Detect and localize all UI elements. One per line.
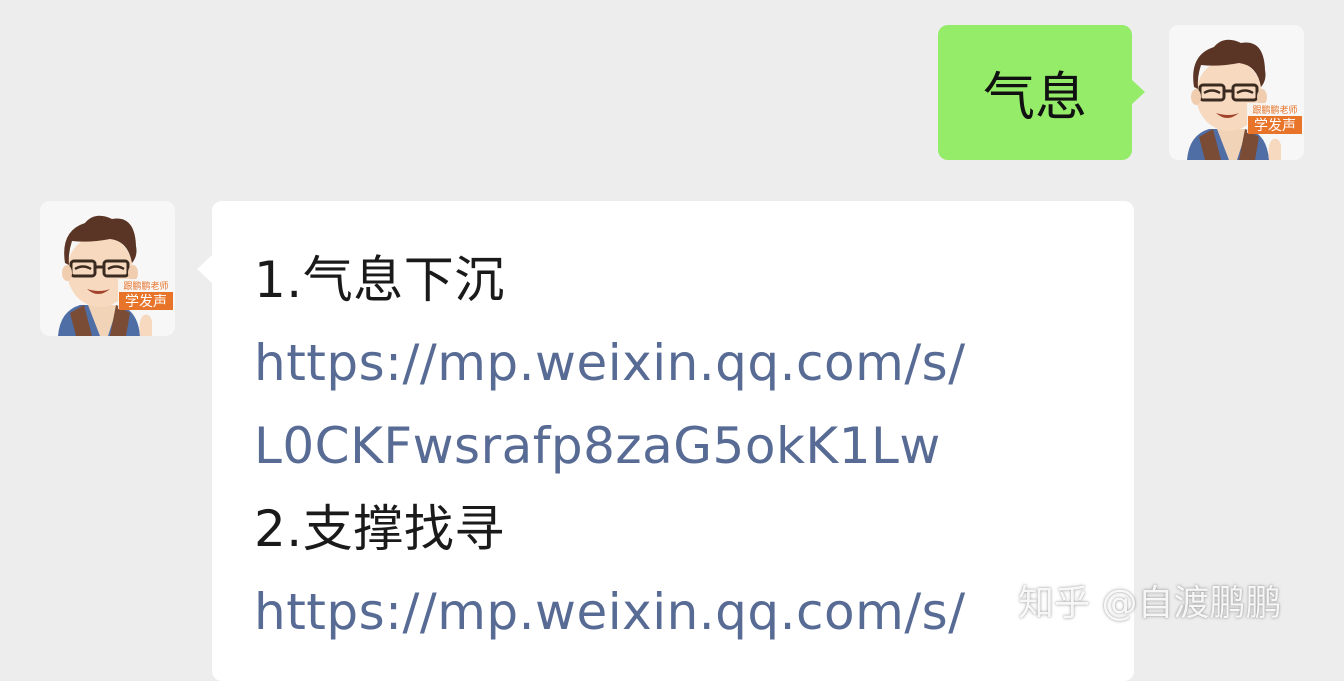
sent-message-text: 气息 <box>982 68 1087 128</box>
message-line-heading: 2.支撑找寻 <box>254 500 505 558</box>
message-line-heading: 1.气息下沉 <box>254 251 505 309</box>
watermark: 知乎 @自渡鹏鹏 <box>1018 583 1282 624</box>
message-link[interactable]: https://mp.weixin.qq.com/s/ <box>254 571 1134 654</box>
cartoon-teacher-avatar: 跟鹏鹏老师 学发声 <box>1169 25 1304 160</box>
cartoon-teacher-avatar: 跟鹏鹏老师 学发声 <box>40 201 175 336</box>
message-link[interactable]: L0CKFwsrafp8zaG5okK1Lw <box>254 405 1134 488</box>
avatar-badge-bottom: 学发声 <box>125 294 167 310</box>
message-link[interactable]: https://mp.weixin.qq.com/s/ <box>254 322 1134 405</box>
received-message-bubble[interactable]: 1.气息下沉 https://mp.weixin.qq.com/s/ L0CKF… <box>197 201 1134 681</box>
avatar-badge-top: 跟鹏鹏老师 <box>123 280 168 292</box>
sent-message-bubble[interactable]: 气息 <box>938 25 1145 160</box>
avatar-sender[interactable]: 跟鹏鹏老师 学发声 <box>1169 25 1304 160</box>
avatar-badge-bottom: 学发声 <box>1254 118 1296 134</box>
avatar-contact[interactable]: 跟鹏鹏老师 学发声 <box>40 201 175 336</box>
avatar-badge-top: 跟鹏鹏老师 <box>1252 104 1297 116</box>
